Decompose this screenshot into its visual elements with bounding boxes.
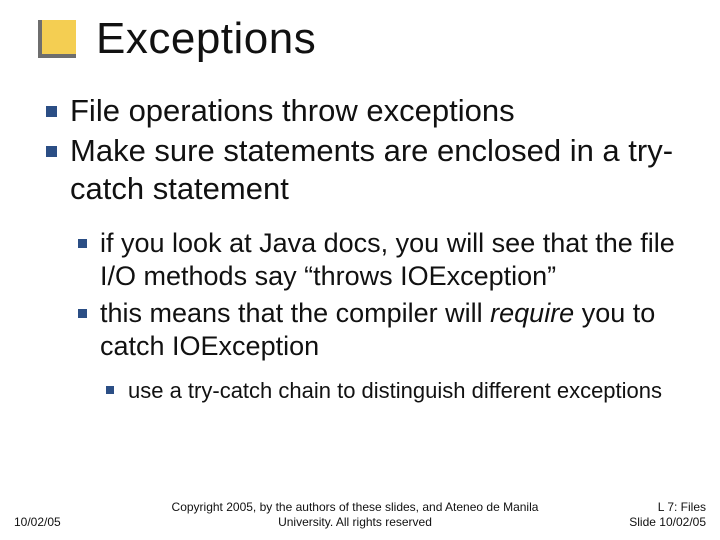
title-accent-box [38,20,76,58]
list-item-text: use a try-catch chain to distinguish dif… [128,378,662,403]
bullet-list-level3: use a try-catch chain to distinguish dif… [100,377,696,405]
list-item-text-pre: this means that the compiler will [100,298,490,328]
slide-title-block: Exceptions [38,14,316,64]
list-item-text-em: require [490,298,574,328]
slide-body: File operations throw exceptions Make su… [36,92,696,409]
list-item: use a try-catch chain to distinguish dif… [100,377,696,405]
bullet-list-level2: if you look at Java docs, you will see t… [70,227,696,404]
footer-right: L 7: Files Slide 10/02/05 [576,500,720,530]
list-item: Make sure statements are enclosed in a t… [36,132,696,405]
list-item-text: if you look at Java docs, you will see t… [100,228,675,291]
list-item-text: Make sure statements are enclosed in a t… [70,133,673,206]
bullet-list-level1: File operations throw exceptions Make su… [36,92,696,405]
footer-date: 10/02/05 [0,515,134,530]
slide-footer: 10/02/05 Copyright 2005, by the authors … [0,500,720,530]
list-item: this means that the compiler will requir… [70,297,696,404]
footer-slide-id: Slide 10/02/05 [576,515,706,530]
list-item-text: File operations throw exceptions [70,93,515,128]
footer-copyright: Copyright 2005, by the authors of these … [134,500,576,530]
footer-topic: L 7: Files [576,500,706,515]
list-item: if you look at Java docs, you will see t… [70,227,696,293]
list-item: File operations throw exceptions [36,92,696,130]
slide-title: Exceptions [96,14,316,64]
